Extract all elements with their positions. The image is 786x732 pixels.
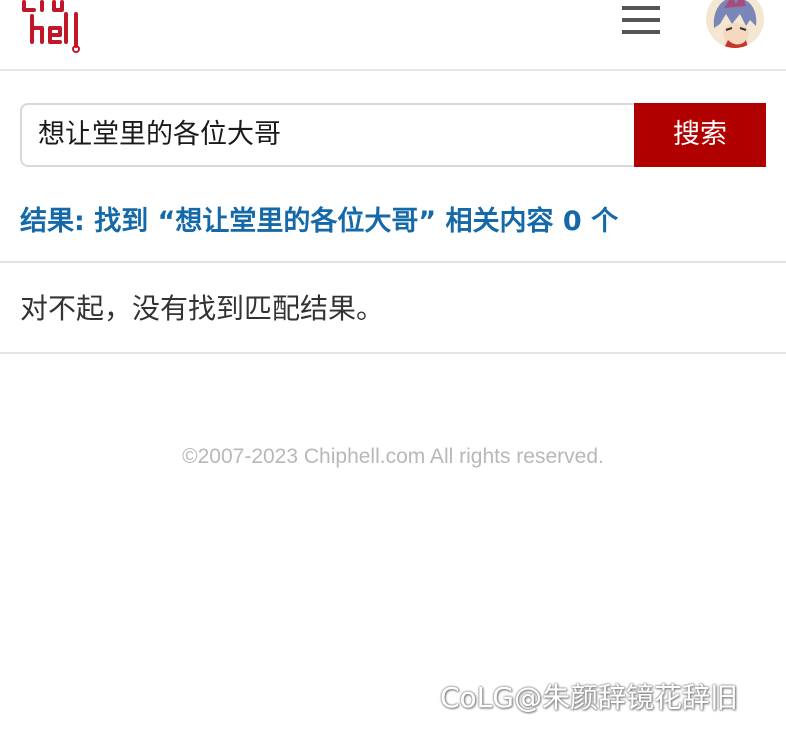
chiphell-logo-icon: [22, 0, 80, 53]
divider: [0, 352, 786, 354]
hamburger-menu-icon: [622, 6, 660, 10]
search-button[interactable]: 搜索: [634, 103, 766, 167]
menu-button[interactable]: [620, 2, 662, 38]
divider: [0, 261, 786, 263]
search-input[interactable]: 想让堂里的各位大哥: [20, 103, 640, 167]
chiphell-logo[interactable]: [20, 0, 84, 56]
top-header: [0, 0, 786, 71]
footer-copyright: ©2007-2023 Chiphell.com All rights reser…: [182, 445, 604, 468]
avatar-image-icon: [706, 0, 764, 48]
results-heading: 结果: 找到 “想让堂里的各位大哥” 相关内容 0 个: [20, 206, 619, 237]
empty-result-message: 对不起，没有找到匹配结果。: [20, 292, 385, 325]
user-avatar[interactable]: [706, 0, 764, 48]
watermark-text: CoLG@朱颜辞镜花辞旧: [440, 681, 738, 714]
